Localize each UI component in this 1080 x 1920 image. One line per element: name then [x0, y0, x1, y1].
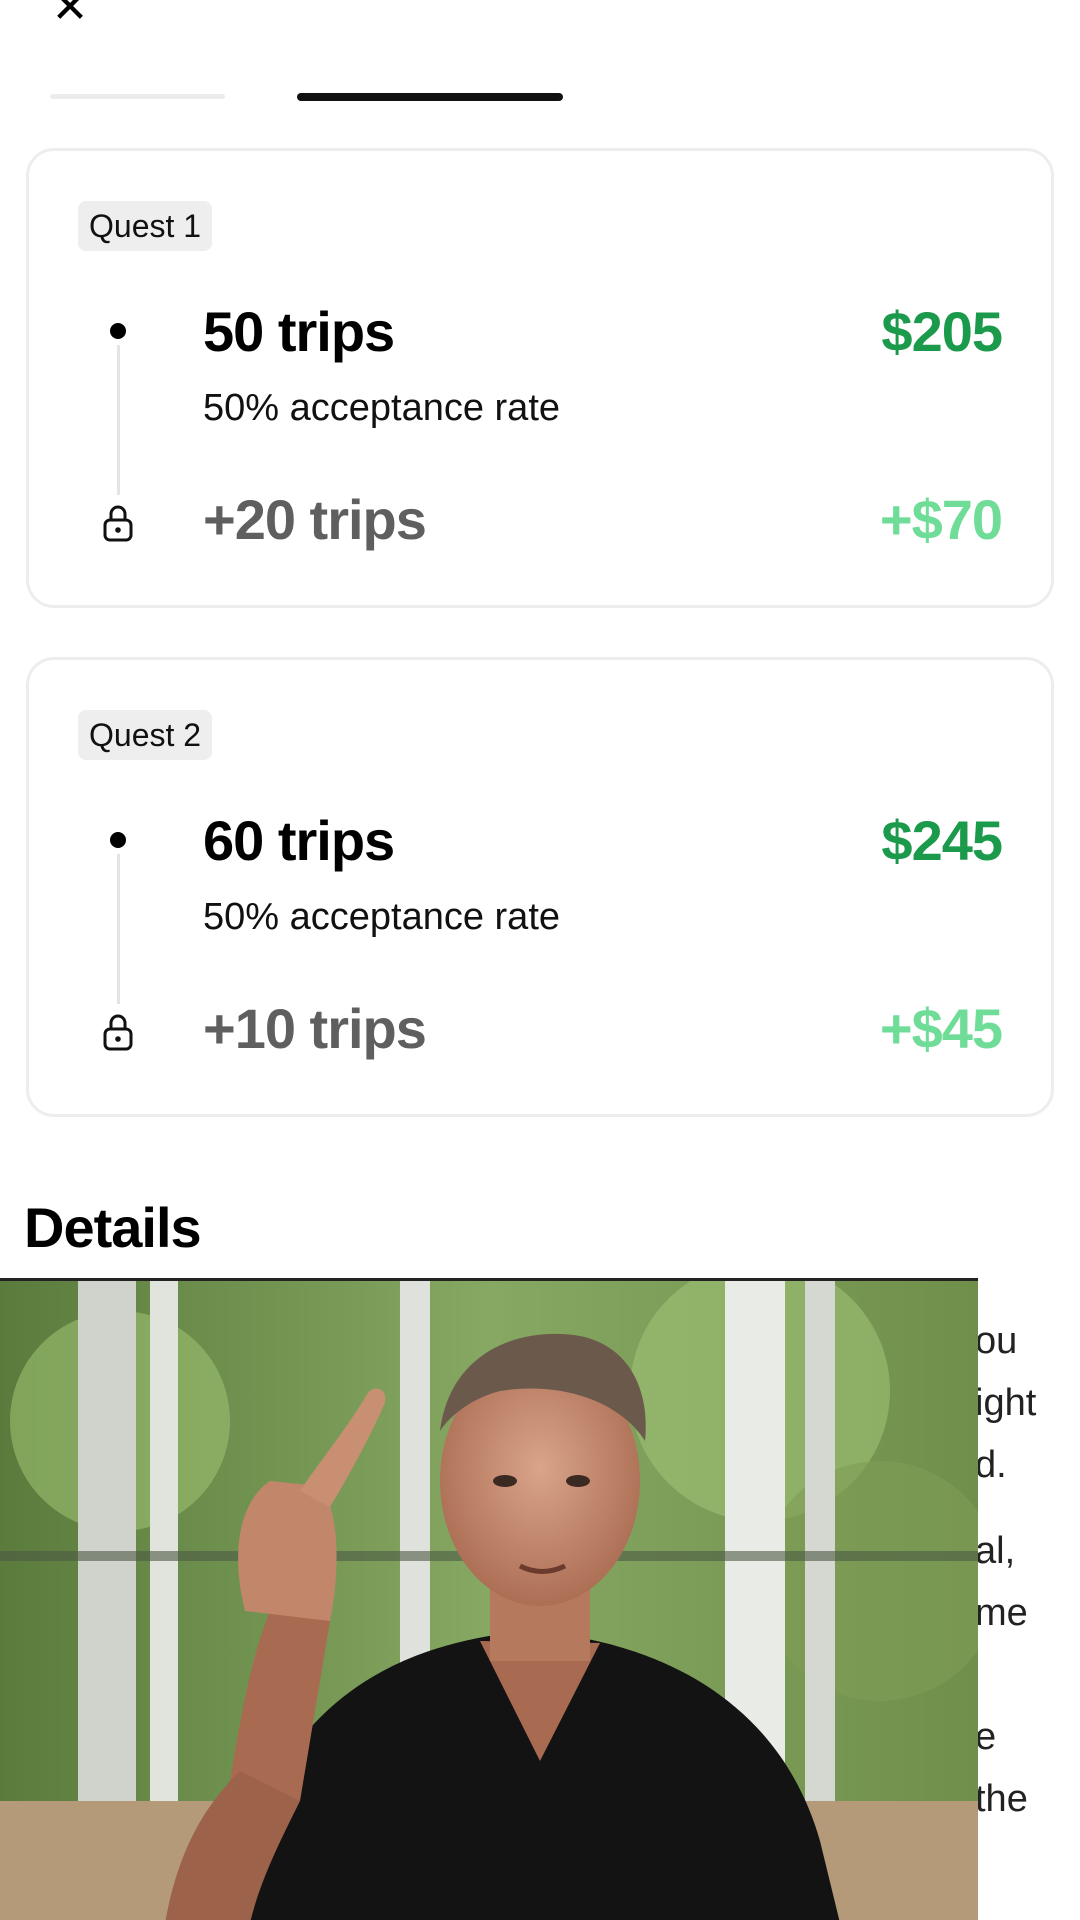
tier-connector — [117, 345, 120, 495]
details-heading: Details — [24, 1196, 202, 1259]
quest-card-2: Quest 2 60 trips $245 50% acceptance rat… — [26, 657, 1054, 1117]
quest-badge: Quest 1 — [78, 201, 213, 251]
details-text-fragment: d. — [975, 1444, 1007, 1486]
tab-active-indicator[interactable] — [297, 93, 563, 101]
details-text-fragment: al, — [975, 1530, 1016, 1572]
quest-card-1: Quest 1 50 trips $205 50% acceptance rat… — [26, 148, 1054, 608]
tier-trips: 50 trips — [203, 300, 395, 363]
lock-icon — [103, 1014, 133, 1051]
bonus-reward: +$45 — [879, 997, 1003, 1060]
tier-reward: $245 — [881, 809, 1003, 872]
details-text-fragment: me — [975, 1592, 1028, 1634]
tier-reward: $205 — [881, 300, 1003, 363]
tier-connector — [117, 854, 120, 1004]
video-overlay — [0, 1278, 978, 1920]
lock-icon — [103, 505, 133, 542]
details-text-fragment: the — [975, 1778, 1028, 1820]
tier-trips: 60 trips — [203, 809, 395, 872]
details-text-fragment: ight — [975, 1382, 1037, 1424]
bonus-trips: +20 trips — [203, 488, 427, 551]
details-text-fragment: e — [975, 1716, 997, 1758]
tier-requirement: 50% acceptance rate — [203, 896, 561, 938]
tier-dot-icon — [110, 323, 126, 339]
details-text-fragment: ou — [975, 1320, 1018, 1362]
quest-badge: Quest 2 — [78, 710, 213, 760]
tier-dot-icon — [110, 832, 126, 848]
close-icon[interactable]: ✕ — [48, 0, 92, 30]
bonus-reward: +$70 — [879, 488, 1003, 551]
tab-inactive[interactable] — [50, 94, 225, 99]
bonus-trips: +10 trips — [203, 997, 427, 1060]
video-frame-image — [0, 1281, 978, 1920]
tier-requirement: 50% acceptance rate — [203, 387, 561, 429]
